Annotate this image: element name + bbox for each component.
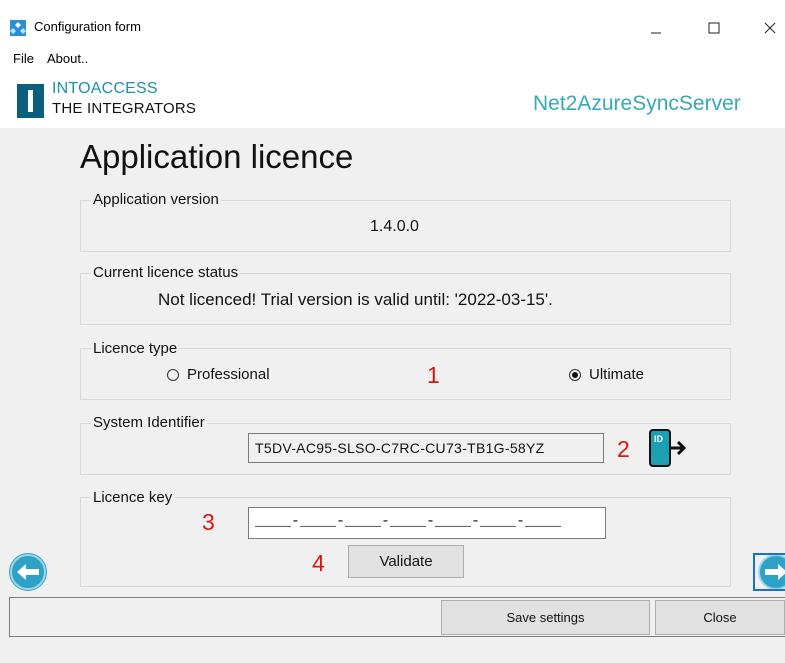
validate-button[interactable]: Validate (348, 545, 464, 578)
app-icon (10, 20, 26, 36)
annotation-3: 3 (202, 509, 215, 535)
minimize-icon (651, 32, 661, 34)
radio-professional-indicator[interactable] (167, 368, 179, 381)
radio-professional[interactable]: Professional (167, 366, 270, 383)
arrow-left-icon (10, 554, 46, 590)
menu-about[interactable]: About.. (47, 51, 88, 66)
licence-key-label: Licence key (91, 489, 175, 506)
licence-status-label: Current licence status (91, 264, 241, 281)
app-version-value: 1.4.0.0 (370, 218, 419, 235)
radio-ultimate[interactable]: Ultimate (569, 366, 644, 383)
close-window-button[interactable] (747, 8, 785, 48)
minimize-button[interactable] (633, 8, 679, 48)
licence-key-input[interactable]: ____-____-____-____-____-____-____ (248, 507, 606, 539)
radio-professional-label: Professional (187, 366, 270, 383)
menu-file[interactable]: File (13, 51, 34, 66)
save-settings-button[interactable]: Save settings (441, 600, 650, 635)
close-icon (764, 22, 776, 34)
maximize-button[interactable] (691, 8, 737, 48)
system-identifier-label: System Identifier (91, 414, 207, 431)
system-identifier-field[interactable]: T5DV-AC95-SLSO-C7RC-CU73-TB1G-58YZ (248, 433, 604, 463)
window-title: Configuration form (34, 19, 141, 34)
company-name: INTOACCESS (52, 80, 158, 97)
arrow-right-icon (758, 555, 785, 589)
radio-ultimate-label: Ultimate (589, 366, 645, 383)
radio-ultimate-indicator[interactable] (569, 368, 581, 381)
licence-type-label: Licence type (91, 340, 180, 357)
annotation-4: 4 (312, 550, 325, 576)
annotation-1: 1 (427, 362, 440, 388)
company-tagline: THE INTEGRATORS (52, 100, 197, 117)
licence-status-value: Not licenced! Trial version is valid unt… (158, 290, 553, 309)
intoaccess-logo-icon (17, 84, 44, 118)
maximize-icon (708, 22, 720, 34)
annotation-2: 2 (617, 436, 630, 462)
svg-text:ID: ID (654, 434, 664, 444)
menu-bar (0, 48, 785, 72)
next-nav-button[interactable] (753, 553, 785, 591)
id-export-icon[interactable]: ID (649, 429, 689, 469)
page-title: Application licence (80, 138, 354, 175)
close-button[interactable]: Close (655, 600, 785, 635)
product-name: Net2AzureSyncServer (533, 92, 741, 115)
app-version-label: Application version (91, 191, 221, 208)
back-nav-button[interactable] (9, 553, 47, 591)
